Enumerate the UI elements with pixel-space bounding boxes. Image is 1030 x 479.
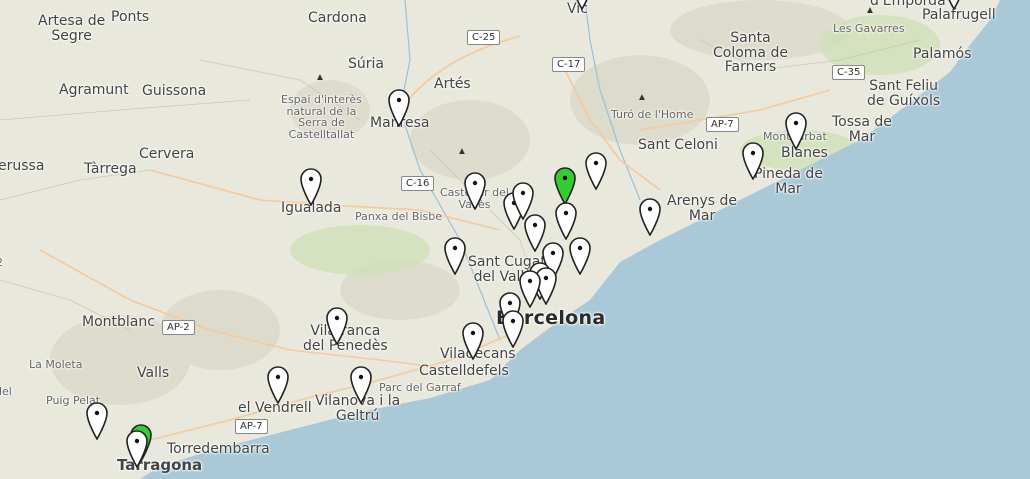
- marker-viladecans[interactable]: [461, 320, 485, 360]
- marker-pineda[interactable]: [741, 140, 765, 180]
- peak-icon: ▲: [315, 72, 325, 83]
- marker-granollers[interactable]: [584, 150, 608, 190]
- label-artes: Artés: [434, 76, 471, 92]
- marker-montcada[interactable]: [568, 235, 592, 275]
- label-cardona: Cardona: [308, 10, 367, 26]
- label-santa-coloma: Santa Coloma de Farners: [713, 30, 788, 76]
- label-valls: Valls: [137, 365, 170, 381]
- marker-vilafranca[interactable]: [325, 305, 349, 345]
- marker-palafrugell[interactable]: [942, 0, 966, 10]
- peak-icon: ▲: [457, 146, 467, 157]
- label-les-gavarres: Les Gavarres: [833, 22, 905, 35]
- label-arenys: Arenys de Mar: [667, 193, 738, 224]
- road-shield-ap7-south: AP-7: [235, 419, 268, 434]
- marker-sabadell[interactable]: [553, 165, 577, 205]
- marker-tarragona[interactable]: [125, 428, 149, 468]
- road-shield-ap7-north: AP-7: [706, 117, 739, 132]
- label-del: del: [0, 385, 12, 398]
- label-turo: Turó de l'Home: [611, 108, 694, 121]
- label-erussa: erussa: [0, 158, 45, 174]
- label-parc-garraf: Parc del Garraf: [379, 381, 461, 394]
- label-montblanc: Montblanc: [82, 314, 155, 330]
- label-palafrugell: Palafrugell: [922, 7, 996, 23]
- label-ponts: Ponts: [111, 9, 150, 25]
- marker-igualada[interactable]: [299, 166, 323, 206]
- label-torredembarra: Torredembarra: [167, 441, 270, 457]
- road-shield-c25: C-25: [467, 30, 501, 45]
- label-agramunt: Agramunt: [59, 82, 129, 98]
- label-sant-celoni: Sant Celoni: [638, 137, 718, 153]
- map-basemap: [0, 0, 1030, 479]
- label-tarrega: Tàrrega: [84, 161, 137, 177]
- label-palamos: Palamós: [913, 46, 972, 62]
- label-castelldefels: Castelldefels: [419, 363, 509, 379]
- label-panxa: Panxa del Bisbe: [355, 210, 442, 223]
- label-cervera: Cervera: [139, 146, 195, 162]
- label-sant-feliu: Sant Feliu de Guíxols: [867, 78, 941, 109]
- label-artesa: Artesa de Segre: [38, 13, 106, 44]
- marker-bcn-4[interactable]: [501, 308, 525, 348]
- label-la-moleta: La Moleta: [29, 358, 83, 371]
- label-two: 2: [0, 257, 3, 269]
- marker-vilanova[interactable]: [349, 364, 373, 404]
- marker-mollet[interactable]: [554, 200, 578, 240]
- marker-puig-pelat[interactable]: [85, 400, 109, 440]
- label-espai: Espai d'interès natural de la Serra de C…: [281, 93, 362, 141]
- marker-castellar[interactable]: [463, 170, 487, 210]
- road-shield-c16: C-16: [401, 176, 435, 191]
- marker-sant-cugat[interactable]: [443, 235, 467, 275]
- marker-manresa[interactable]: [387, 87, 411, 127]
- marker-blanes[interactable]: [784, 110, 808, 150]
- label-suria: Súria: [348, 56, 384, 72]
- peak-icon: ▲: [865, 5, 875, 16]
- peak-icon: ▲: [637, 92, 647, 103]
- road-shield-c35: C-35: [832, 65, 866, 80]
- map-canvas[interactable]: Artesa de Segre Ponts Cardona Vic d'Empo…: [0, 0, 1030, 479]
- road-shield-ap2: AP-2: [162, 320, 195, 335]
- road-shield-c17: C-17: [552, 57, 586, 72]
- label-tossa: Tossa de Mar: [832, 114, 892, 145]
- marker-vendrell[interactable]: [266, 364, 290, 404]
- marker-arenys[interactable]: [638, 196, 662, 236]
- label-guissona: Guissona: [142, 83, 207, 99]
- marker-vic[interactable]: [570, 0, 594, 10]
